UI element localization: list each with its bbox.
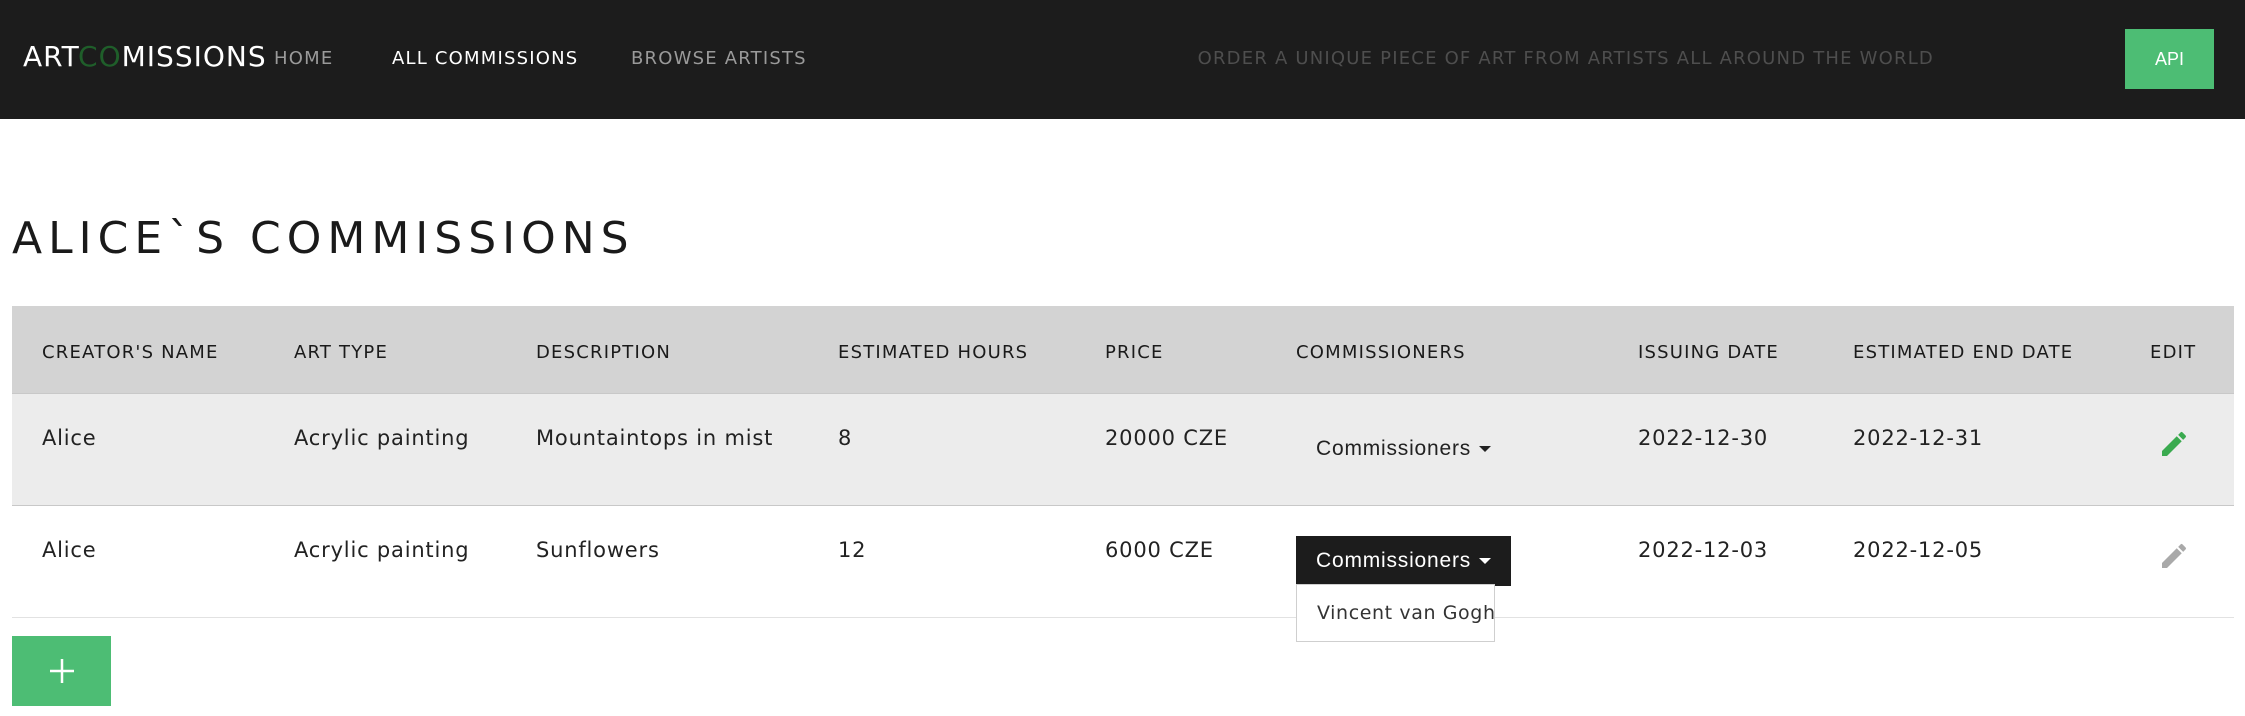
header-issuing-date: ISSUING DATE: [1638, 342, 1780, 363]
table-row: Alice Acrylic painting Mountaintops in m…: [12, 393, 2234, 505]
nav-browse-artists[interactable]: BROWSE ARTISTS: [631, 48, 807, 69]
cell-issuing-date: 2022-12-03: [1638, 538, 1769, 562]
top-navbar: ARTCOMISSIONS HOME ALL COMMISSIONS BROWS…: [0, 0, 2245, 119]
cell-art-type: Acrylic painting: [294, 426, 470, 450]
commissioners-dropdown-menu: Vincent van Gogh: [1296, 584, 1495, 642]
cell-hours: 12: [838, 538, 867, 562]
page-title: ALICE`S COMMISSIONS: [12, 213, 635, 264]
cell-price: 20000 CZE: [1105, 426, 1228, 450]
cell-creator: Alice: [42, 538, 97, 562]
header-edit: EDIT: [2150, 342, 2197, 363]
cell-hours: 8: [838, 426, 853, 450]
tagline: ORDER A UNIQUE PIECE OF ART FROM ARTISTS…: [1197, 48, 1934, 69]
cell-price: 6000 CZE: [1105, 538, 1214, 562]
cell-description: Mountaintops in mist: [536, 426, 774, 450]
nav-home[interactable]: HOME: [274, 48, 333, 69]
table-row: Alice Acrylic painting Sunflowers 12 600…: [12, 505, 2234, 618]
header-commissioners: COMMISSIONERS: [1296, 342, 1466, 363]
header-art-type: ART TYPE: [294, 342, 389, 363]
edit-pencil-icon[interactable]: [2158, 540, 2190, 572]
brand-art: ART: [23, 40, 79, 73]
cell-end-date: 2022-12-05: [1853, 538, 1984, 562]
api-button[interactable]: API: [2125, 29, 2214, 89]
commissioners-dropdown-label: Commissioners: [1316, 437, 1472, 460]
cell-creator: Alice: [42, 426, 97, 450]
cell-description: Sunflowers: [536, 538, 660, 562]
plus-icon: [49, 659, 74, 683]
header-creator-name: CREATOR'S NAME: [42, 342, 219, 363]
edit-pencil-icon[interactable]: [2158, 428, 2190, 460]
brand-co: CO: [78, 40, 122, 73]
commissioners-dropdown-label: Commissioners: [1316, 549, 1472, 572]
brand-missions: MISSIONS: [121, 40, 267, 73]
commissioners-dropdown-button[interactable]: Commissioners: [1296, 424, 1511, 474]
header-estimated-end-date: ESTIMATED END DATE: [1853, 342, 2074, 363]
cell-art-type: Acrylic painting: [294, 538, 470, 562]
table-header: CREATOR'S NAME ART TYPE DESCRIPTION ESTI…: [12, 306, 2234, 393]
dropdown-item-commissioner[interactable]: Vincent van Gogh: [1297, 602, 1496, 624]
brand-logo[interactable]: ARTCOMISSIONS: [23, 40, 267, 73]
commissioners-dropdown-button-open[interactable]: Commissioners: [1296, 536, 1512, 586]
caret-down-icon: [1479, 446, 1492, 452]
header-description: DESCRIPTION: [536, 342, 672, 363]
add-commission-button[interactable]: [12, 636, 111, 706]
header-price: PRICE: [1105, 342, 1164, 363]
cell-end-date: 2022-12-31: [1853, 426, 1984, 450]
header-estimated-hours: ESTIMATED HOURS: [838, 342, 1029, 363]
cell-issuing-date: 2022-12-30: [1638, 426, 1769, 450]
nav-all-commissions[interactable]: ALL COMMISSIONS: [392, 48, 578, 69]
caret-down-icon: [1479, 558, 1492, 564]
commissions-table: CREATOR'S NAME ART TYPE DESCRIPTION ESTI…: [12, 306, 2234, 618]
